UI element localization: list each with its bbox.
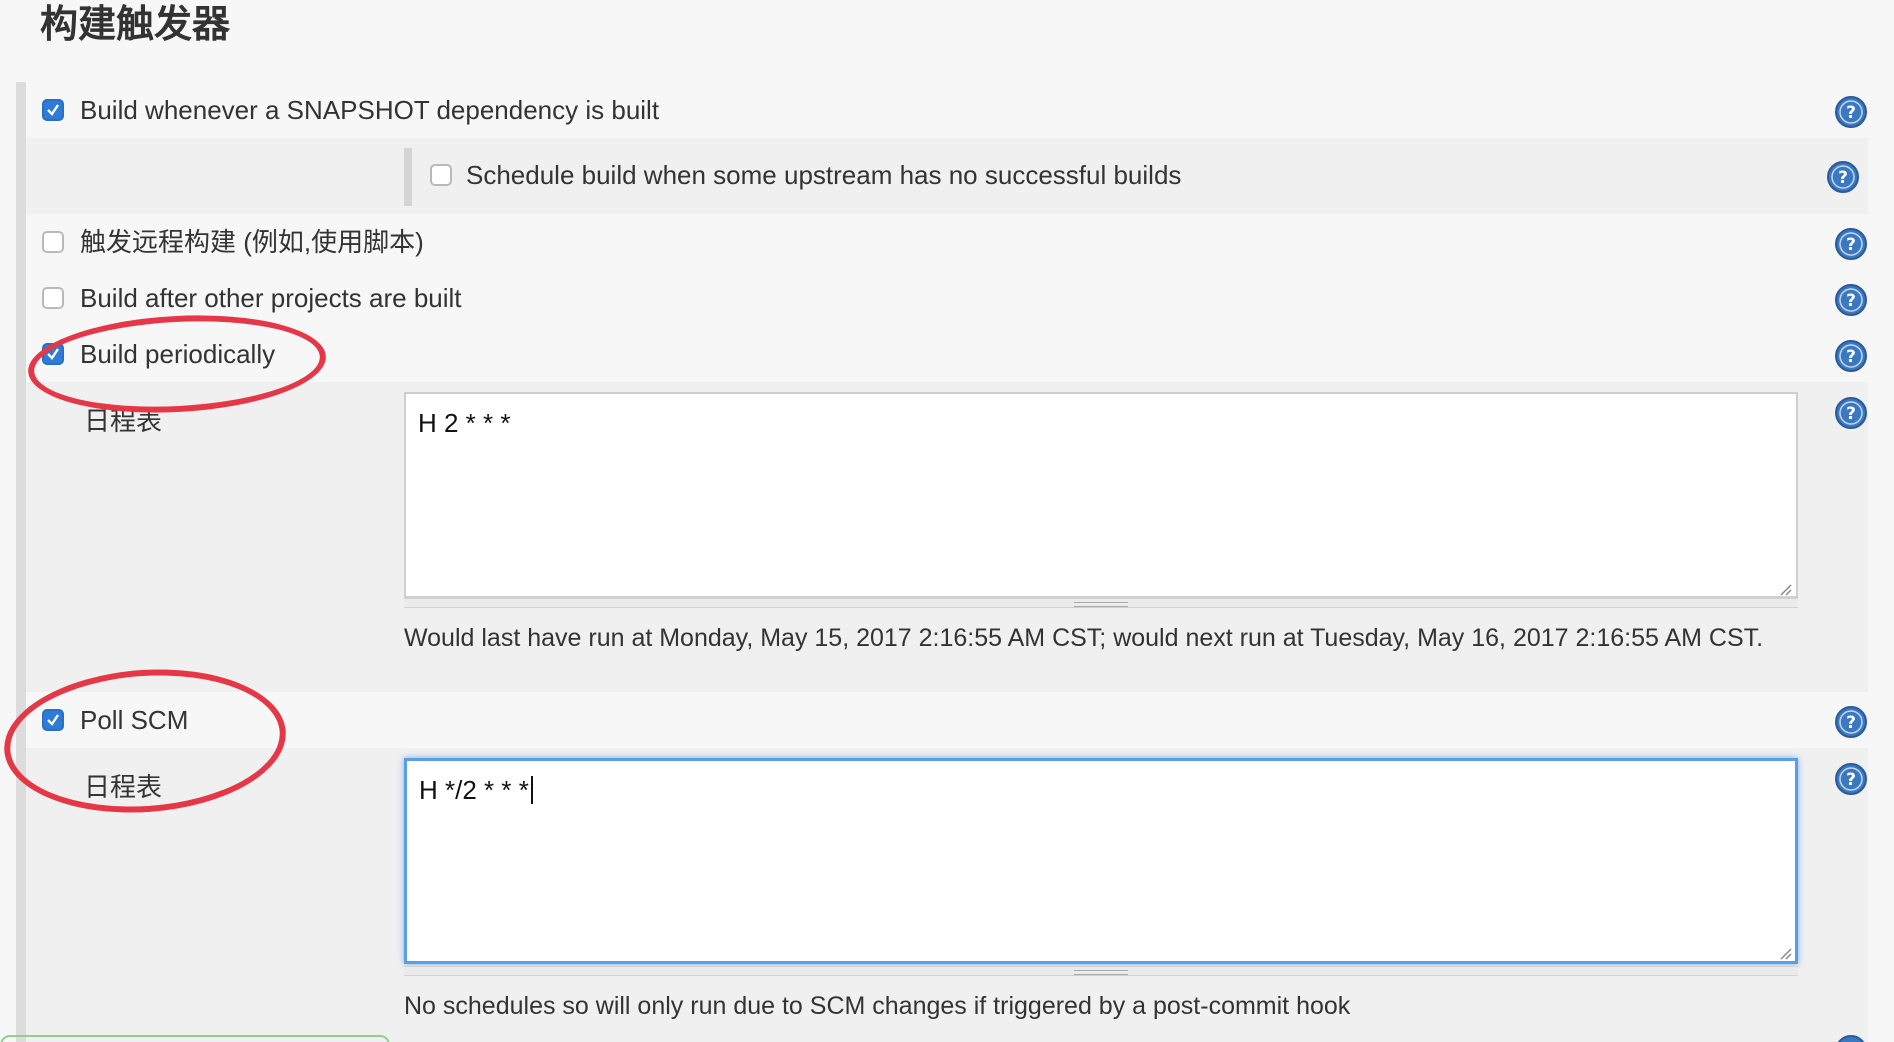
poll-scm-schedule-input[interactable]: H */2 * * *: [404, 758, 1798, 964]
help-icon[interactable]: ?: [1834, 227, 1868, 261]
svg-text:?: ?: [1846, 770, 1856, 790]
svg-text:?: ?: [1846, 404, 1856, 424]
periodic-resize-grip[interactable]: [404, 598, 1798, 608]
trigger-row-poll-scm: Poll SCM ?: [26, 692, 1868, 748]
checkmark-icon: [47, 104, 59, 116]
poll-scm-schedule-info: No schedules so will only run due to SCM…: [404, 992, 1351, 1020]
svg-text:?: ?: [1846, 103, 1856, 123]
bottom-left-panel-edge: [0, 1035, 390, 1042]
poll-scm-resize-grip[interactable]: [404, 966, 1798, 976]
section-left-rail: [16, 82, 26, 1042]
upstream-label[interactable]: Schedule build when some upstream has no…: [466, 160, 1181, 190]
help-icon[interactable]: ?: [1826, 160, 1860, 194]
snapshot-label[interactable]: Build whenever a SNAPSHOT dependency is …: [80, 95, 659, 125]
resize-handle-icon[interactable]: [1778, 582, 1792, 596]
help-icon[interactable]: ?: [1834, 95, 1868, 129]
help-icon[interactable]: [1834, 1034, 1868, 1042]
snapshot-checkbox[interactable]: [42, 99, 64, 121]
periodic-schedule-input[interactable]: H 2 * * *: [404, 392, 1798, 598]
after-other-label[interactable]: Build after other projects are built: [80, 283, 462, 313]
after-other-checkbox[interactable]: [42, 287, 64, 309]
text-caret: [530, 776, 533, 804]
nested-rail: [404, 148, 412, 206]
help-icon[interactable]: ?: [1834, 705, 1868, 739]
remote-checkbox[interactable]: [42, 231, 64, 253]
svg-text:?: ?: [1846, 713, 1856, 733]
svg-text:?: ?: [1846, 347, 1856, 367]
section-title: 构建触发器: [40, 4, 231, 46]
help-icon[interactable]: ?: [1834, 283, 1868, 317]
poll-scm-schedule-value: H */2 * * *: [419, 775, 529, 805]
build-triggers-page: 构建触发器 Build whenever a SNAPSHOT dependen…: [0, 0, 1894, 1042]
svg-text:?: ?: [1838, 168, 1848, 188]
remote-label[interactable]: 触发远程构建 (例如,使用脚本): [80, 227, 424, 257]
trigger-row-remote: 触发远程构建 (例如,使用脚本) ?: [26, 214, 1868, 270]
help-icon[interactable]: ?: [1834, 396, 1868, 430]
periodic-schedule-block: 日程表 H 2 * * * Would last have run at Mon…: [26, 382, 1868, 692]
resize-handle-icon[interactable]: [1778, 946, 1792, 960]
upstream-checkbox[interactable]: [430, 164, 452, 186]
help-icon[interactable]: ?: [1834, 762, 1868, 796]
periodic-schedule-info: Would last have run at Monday, May 15, 2…: [404, 624, 1764, 652]
svg-text:?: ?: [1846, 235, 1856, 255]
trigger-row-upstream: Schedule build when some upstream has no…: [26, 138, 1868, 214]
help-icon[interactable]: ?: [1834, 339, 1868, 373]
trigger-row-after-other: Build after other projects are built ?: [26, 270, 1868, 326]
svg-text:?: ?: [1846, 291, 1856, 311]
poll-scm-schedule-block: 日程表 H */2 * * * No schedules so will onl…: [26, 748, 1868, 1042]
trigger-row-snapshot: Build whenever a SNAPSHOT dependency is …: [26, 82, 1868, 138]
